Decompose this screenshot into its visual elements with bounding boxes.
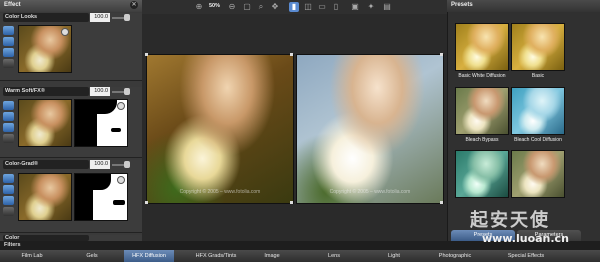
- preset-label: Basic White Diffusion: [458, 73, 506, 79]
- selection-handle[interactable]: [145, 201, 148, 204]
- tab-light[interactable]: Light: [376, 250, 412, 262]
- layers-icon[interactable]: [3, 112, 14, 121]
- effect-panel-header: Effect ✕: [0, 0, 142, 12]
- effect-title[interactable]: Color Looks: [3, 13, 89, 22]
- mask-icon[interactable]: [3, 207, 14, 216]
- mask-shape: [75, 100, 97, 146]
- preset-label: Bleach Cool Diffusion: [514, 137, 562, 143]
- filter-category-tabs: Film Lab Gels HFX Diffusion HFX Grads/Ti…: [0, 250, 600, 262]
- effect-color-grad: Color-Grad® 100.0: [0, 160, 142, 233]
- zoom-in-icon[interactable]: ⊕: [194, 2, 204, 12]
- selection-handle[interactable]: [290, 201, 293, 204]
- preset-thumbnail[interactable]: [455, 150, 509, 198]
- preset-item[interactable]: Basic White Diffusion: [455, 23, 509, 79]
- remove-icon[interactable]: [117, 102, 125, 110]
- preset-item[interactable]: Bleach Cool Diffusion: [511, 87, 565, 143]
- preset-thumbnail[interactable]: [511, 87, 565, 135]
- copyright-text: Copyright © 2005 – www.fotolia.com: [179, 189, 261, 195]
- zoom-out-icon[interactable]: ⊖: [227, 2, 237, 12]
- view-toolbar: ⊕ 50% ⊖ ▢ ⌕ ✥ ▮ ◫ ▭ ▯ ▣ ✦ ▤: [142, 0, 447, 14]
- before-after-icon[interactable]: ▯: [331, 2, 341, 12]
- close-icon[interactable]: ✕: [130, 1, 138, 9]
- copyright-text: Copyright © 2005 – www.fotolia.com: [329, 189, 411, 195]
- pan-icon[interactable]: ✥: [270, 2, 280, 12]
- preset-item[interactable]: Basic: [511, 23, 565, 79]
- preset-thumbnail[interactable]: [511, 150, 565, 198]
- loupe-icon[interactable]: ⌕: [256, 2, 266, 12]
- preset-item[interactable]: [511, 150, 565, 198]
- slider-knob[interactable]: [124, 161, 130, 168]
- presets-panel-title: Presets: [451, 2, 473, 8]
- monitor-icon[interactable]: [3, 26, 14, 35]
- effect-title[interactable]: Color-Grad®: [3, 160, 89, 169]
- lightning-icon[interactable]: [3, 196, 14, 205]
- tab-hfx-diffusion[interactable]: HFX Diffusion: [124, 250, 174, 262]
- remove-icon[interactable]: [61, 28, 69, 36]
- single-view-icon[interactable]: ▮: [289, 2, 299, 12]
- mask-shape: [95, 100, 117, 114]
- favorite-icon[interactable]: ✦: [366, 2, 376, 12]
- preset-thumbnail[interactable]: [455, 87, 509, 135]
- selection-handle[interactable]: [440, 53, 443, 56]
- effect-preview-thumbnail: [18, 25, 72, 73]
- image-canvas[interactable]: Copyright © 2005 – www.fotolia.com Copyr…: [142, 14, 447, 241]
- watermark-url: www.luoan.cn: [482, 232, 569, 245]
- effect-opacity-value[interactable]: 100.0: [90, 13, 110, 22]
- presets-panel-header: Presets: [447, 0, 600, 12]
- selection-handle[interactable]: [440, 201, 443, 204]
- preview-after-image[interactable]: Copyright © 2005 – www.fotolia.com: [296, 54, 444, 204]
- preset-item[interactable]: Bleach Bypass: [455, 87, 509, 143]
- zoom-level-label[interactable]: 50%: [209, 3, 220, 9]
- slider-knob[interactable]: [124, 14, 130, 21]
- tab-lens[interactable]: Lens: [316, 250, 352, 262]
- side-by-side-icon[interactable]: ▭: [317, 2, 327, 12]
- reset-icon[interactable]: ▤: [382, 2, 392, 12]
- filters-title: Filters: [4, 242, 21, 248]
- mask-icon[interactable]: [3, 59, 14, 68]
- preset-item[interactable]: [455, 150, 509, 198]
- lightning-icon[interactable]: [3, 48, 14, 57]
- monitor-icon[interactable]: [3, 101, 14, 110]
- tab-gels[interactable]: Gels: [70, 250, 114, 262]
- effect-mask-thumbnail: [74, 99, 128, 147]
- remove-icon[interactable]: [117, 176, 125, 184]
- lightning-icon[interactable]: [3, 123, 14, 132]
- effect-warm-soft: Warm Soft/FX® 100.0: [0, 87, 142, 158]
- mask-shape: [113, 200, 125, 205]
- preset-thumbnail[interactable]: [511, 23, 565, 71]
- effect-color-looks: Color Looks 100.0: [0, 13, 142, 81]
- tab-photographic[interactable]: Photographic: [428, 250, 482, 262]
- preset-label: Basic: [531, 73, 545, 79]
- layers-icon[interactable]: [3, 185, 14, 194]
- effect-tool-icons: [3, 101, 15, 145]
- tab-hfx-grads-tints[interactable]: HFX Grads/Tints: [186, 250, 246, 262]
- preview-before-image[interactable]: Copyright © 2005 – www.fotolia.com: [146, 54, 294, 204]
- effect-preview-thumbnail: [18, 99, 72, 147]
- full-screen-icon[interactable]: ▣: [350, 2, 360, 12]
- effect-preview-thumbnail: [18, 173, 72, 221]
- tab-special-effects[interactable]: Special Effects: [496, 250, 556, 262]
- watermark-logo-text: 起安天使: [470, 210, 550, 231]
- fit-icon[interactable]: ▢: [242, 2, 252, 12]
- selection-handle[interactable]: [290, 53, 293, 56]
- mask-icon[interactable]: [3, 134, 14, 143]
- selection-handle[interactable]: [145, 53, 148, 56]
- effect-tool-icons: [3, 174, 15, 218]
- tab-image[interactable]: Image: [252, 250, 292, 262]
- tab-film-lab[interactable]: Film Lab: [10, 250, 54, 262]
- mask-shape: [91, 174, 111, 190]
- slider-knob[interactable]: [124, 88, 130, 95]
- effect-opacity-value[interactable]: 100.0: [90, 160, 110, 169]
- preset-thumbnail[interactable]: [455, 23, 509, 71]
- effect-title[interactable]: Warm Soft/FX®: [3, 87, 89, 96]
- preset-label: Bleach Bypass: [465, 137, 499, 143]
- effect-opacity-value[interactable]: 100.0: [90, 87, 110, 96]
- split-view-icon[interactable]: ◫: [303, 2, 313, 12]
- monitor-icon[interactable]: [3, 174, 14, 183]
- effect-tool-icons: [3, 26, 15, 70]
- mask-shape: [111, 128, 121, 132]
- effect-mask-thumbnail: [74, 173, 128, 221]
- layers-icon[interactable]: [3, 37, 14, 46]
- effect-panel-title: Effect: [4, 2, 21, 8]
